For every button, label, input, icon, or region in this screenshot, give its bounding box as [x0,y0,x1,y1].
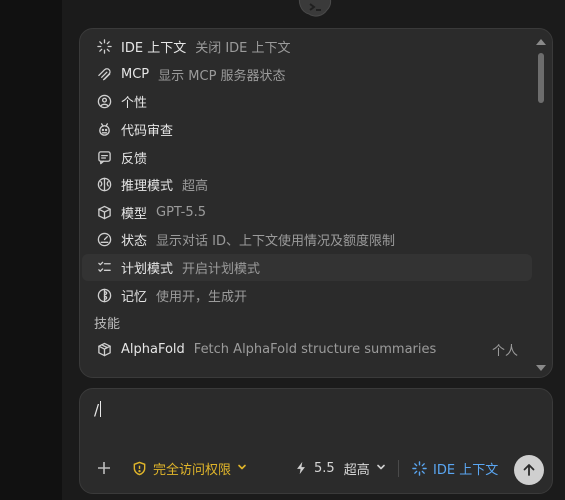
menu-item-code-review[interactable]: 代码审查 [82,116,532,144]
menu-item-description: 使用开，生成开 [156,289,248,305]
toolbar-divider [398,460,399,477]
menu-item-description: 显示 MCP 服务器状态 [158,68,286,84]
menu-scrollbar[interactable] [536,37,546,371]
menu-item-ide-context[interactable]: IDE 上下文 关闭 IDE 上下文 [82,33,532,61]
menu-item-label: 反馈 [121,151,148,167]
message-composer: / 完全访问权限 5.5 超高 IDE 上下文 [79,388,553,494]
plus-icon [98,462,110,474]
add-attachment-button[interactable] [92,453,116,483]
menu-item-label: 推理模式 [121,179,174,195]
slash-command-menu: IDE 上下文 关闭 IDE 上下文 MCP 显示 MCP 服务器状态 个性 代… [79,28,553,378]
menu-item-description: GPT-5.5 [156,204,207,220]
text-caret [100,401,102,417]
menu-item-label: IDE 上下文 [121,41,187,57]
menu-item-label: MCP [121,66,150,82]
menu-item-description: 开启计划模式 [182,262,261,278]
menu-item-model[interactable]: 模型 GPT-5.5 [82,199,532,227]
menu-item-label: 记忆 [121,289,148,305]
scrollbar-thumb[interactable] [538,53,544,103]
model-selector-button[interactable]: 5.5 超高 [294,453,386,483]
checklist-icon [96,260,112,276]
gauge-icon [96,232,112,248]
skill-scope-tag: 个人 [491,344,518,360]
chevron-down-icon [376,461,386,476]
send-button[interactable] [514,455,544,485]
menu-item-personality[interactable]: 个性 [82,88,532,116]
chevron-down-icon [237,461,253,476]
ide-context-label: IDE 上下文 [433,462,499,478]
menu-item-description: Fetch AlphaFold structure summaries [193,342,437,358]
ide-context-toggle[interactable]: IDE 上下文 [412,453,498,483]
left-sidebar [0,0,63,500]
menu-item-memory[interactable]: 记忆 使用开，生成开 [82,281,532,309]
menu-item-plan-mode[interactable]: 计划模式 开启计划模式 [82,253,532,282]
scroll-up-arrow-icon[interactable] [536,39,546,45]
mcp-icon [96,66,112,82]
menu-item-feedback[interactable]: 反馈 [82,143,532,171]
shield-warning-icon [133,461,146,475]
arrow-up-icon [523,464,535,476]
menu-item-description: 关闭 IDE 上下文 [195,41,291,57]
package-icon [96,342,112,358]
menu-item-label: 状态 [121,234,148,250]
menu-item-status[interactable]: 状态 显示对话 ID、上下文使用情况及额度限制 [82,226,532,254]
menu-item-label: AlphaFold [121,342,185,358]
command-list: IDE 上下文 关闭 IDE 上下文 MCP 显示 MCP 服务器状态 个性 代… [80,33,532,364]
menu-item-label: 计划模式 [121,262,174,278]
brain-icon [96,177,112,193]
model-version-label: 5.5 [314,460,335,476]
prompt-input[interactable]: / [94,401,102,419]
composer-toolbar: 完全访问权限 5.5 超高 IDE 上下文 [80,453,552,483]
bug-icon [96,122,112,138]
menu-item-label: 模型 [121,206,148,222]
menu-item-reasoning-mode[interactable]: 推理模式 超高 [82,171,532,199]
menu-item-skill-alphafold[interactable]: AlphaFold Fetch AlphaFold structure summ… [82,336,532,364]
menu-item-label: 代码审查 [121,124,174,140]
sparkle-icon [96,39,112,55]
scroll-down-arrow-icon[interactable] [536,365,546,371]
menu-item-label: 个性 [121,96,148,112]
menu-item-description: 超高 [182,179,209,195]
app-logo-icon [298,0,332,17]
cube-icon [96,204,112,220]
sparkle-icon [412,460,427,476]
prompt-input-text: / [94,401,100,419]
skills-section-header: 技能 [94,316,121,332]
bolt-icon [297,461,305,475]
reasoning-level-label: 超高 [343,462,370,478]
person-circle-icon [96,94,112,110]
access-permissions-label: 完全访问权限 [153,462,232,478]
memory-icon [96,287,112,303]
menu-item-mcp[interactable]: MCP 显示 MCP 服务器状态 [82,61,532,89]
feedback-icon [96,149,112,165]
menu-item-description: 显示对话 ID、上下文使用情况及额度限制 [156,234,395,250]
access-permissions-button[interactable]: 完全访问权限 [132,453,253,483]
